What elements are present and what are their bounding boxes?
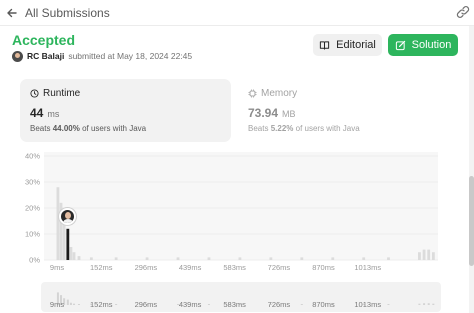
chart-x-tick-label: 9ms xyxy=(50,263,64,272)
chart-x-tick-label: 1013ms xyxy=(354,263,381,272)
arrow-left-icon xyxy=(7,8,17,18)
chart-bar xyxy=(238,257,242,260)
runtime-value: 44 xyxy=(30,106,44,120)
avatar[interactable] xyxy=(12,50,23,62)
runtime-unit: ms xyxy=(47,109,60,119)
chip-icon xyxy=(248,89,257,98)
chart-bar xyxy=(145,257,149,260)
range-x-tick-label: 439ms xyxy=(179,300,202,309)
chart-bar xyxy=(207,257,211,260)
chart-bar xyxy=(77,256,81,260)
range-mini-bar xyxy=(115,304,118,305)
chart-x-tick-label: 152ms xyxy=(90,263,113,272)
range-mini-bar xyxy=(207,304,210,305)
range-mini-bar xyxy=(418,303,421,305)
chart-x-tick-label: 296ms xyxy=(135,263,158,272)
chart-bar xyxy=(427,249,431,260)
chart-bar xyxy=(422,249,426,260)
submitter-name[interactable]: RC Balaji xyxy=(27,51,64,61)
solution-button[interactable]: Solution xyxy=(388,34,458,56)
chart-bar xyxy=(387,257,390,260)
chart-bar xyxy=(114,257,118,260)
chart-x-tick-label: 870ms xyxy=(312,263,335,272)
back-to-submissions[interactable]: All Submissions xyxy=(6,5,110,21)
scrollbar-track[interactable] xyxy=(469,26,474,313)
memory-label: Memory xyxy=(261,88,298,99)
memory-beats: Beats 5.22% of users with Java xyxy=(248,124,360,133)
editorial-button[interactable]: Editorial xyxy=(313,34,382,56)
chart-bar xyxy=(431,252,435,260)
chart-bar xyxy=(176,257,180,260)
chart-y-tick-label: 0% xyxy=(29,256,40,265)
chart-y-tick-label: 20% xyxy=(25,204,40,213)
chart-x-tick-label: 439ms xyxy=(179,263,202,272)
scrollbar-thumb[interactable] xyxy=(469,176,474,266)
range-x-tick-label: 870ms xyxy=(312,300,335,309)
runtime-label: Runtime xyxy=(43,88,81,99)
range-mini-bar xyxy=(66,299,69,305)
memory-unit: MB xyxy=(282,109,296,119)
range-mini-bar xyxy=(432,303,435,305)
edit-icon xyxy=(395,40,405,50)
clock-icon xyxy=(30,89,39,98)
chart-bar xyxy=(89,257,93,260)
range-mini-bar xyxy=(73,303,76,305)
chart-bar xyxy=(62,221,66,260)
submitted-time: submitted at May 18, 2024 22:45 xyxy=(68,51,193,61)
range-mini-bar xyxy=(69,302,72,305)
chart-x-tick-label: 726ms xyxy=(268,263,291,272)
range-x-tick-label: 583ms xyxy=(223,300,246,309)
back-label: All Submissions xyxy=(25,6,110,20)
chart-bar-selected xyxy=(66,228,70,260)
submission-status: Accepted xyxy=(12,32,76,48)
link-icon[interactable] xyxy=(456,5,470,19)
user-avatar-marker[interactable] xyxy=(59,208,76,225)
editorial-label: Editorial xyxy=(336,39,376,51)
chart-y-tick-label: 30% xyxy=(25,178,40,187)
chart-bar xyxy=(56,187,60,260)
range-x-tick-label: 296ms xyxy=(135,300,158,309)
runtime-beats: Beats 44.00% of users with Java xyxy=(30,124,147,133)
top-bar: All Submissions xyxy=(0,0,474,26)
chart-bar xyxy=(69,247,73,260)
range-mini-bar xyxy=(427,303,430,305)
range-x-tick-label: 9ms xyxy=(50,300,64,309)
chart-bar xyxy=(362,257,366,260)
range-mini-bar xyxy=(423,303,426,305)
chart-bar xyxy=(418,252,421,260)
chart-plot-area xyxy=(44,152,438,260)
chart-y-tick-label: 40% xyxy=(25,152,40,161)
range-mini-bar xyxy=(77,304,80,305)
chart-y-tick-label: 10% xyxy=(25,230,40,239)
memory-beats-percent: 5.22% xyxy=(270,124,294,133)
chart-bar xyxy=(269,257,273,260)
range-x-tick-label: 152ms xyxy=(90,300,113,309)
range-x-tick-label: 726ms xyxy=(268,300,291,309)
runtime-range-selector[interactable]: 9ms 152ms 296ms 439ms 583ms 726ms 870ms 1013ms xyxy=(0,281,474,313)
memory-card[interactable]: Memory 73.94 MB Beats 5.22% of users wit… xyxy=(238,79,449,142)
submitter-info: RC Balaji submitted at May 18, 2024 22:4… xyxy=(12,49,192,63)
chart-bar xyxy=(300,257,304,260)
runtime-beats-percent: 44.00% xyxy=(52,124,80,133)
range-mini-bar xyxy=(387,304,390,305)
range-mini-bar xyxy=(300,304,303,305)
runtime-card[interactable]: Runtime 44 ms Beats 44.00% of users with… xyxy=(20,79,231,142)
chart-bar xyxy=(331,257,335,260)
range-x-tick-label: 1013ms xyxy=(354,300,381,309)
memory-value: 73.94 xyxy=(248,106,279,120)
chart-x-tick-label: 583ms xyxy=(223,263,246,272)
solution-label: Solution xyxy=(411,39,452,51)
chart-bar xyxy=(72,252,76,260)
book-icon xyxy=(319,40,330,50)
